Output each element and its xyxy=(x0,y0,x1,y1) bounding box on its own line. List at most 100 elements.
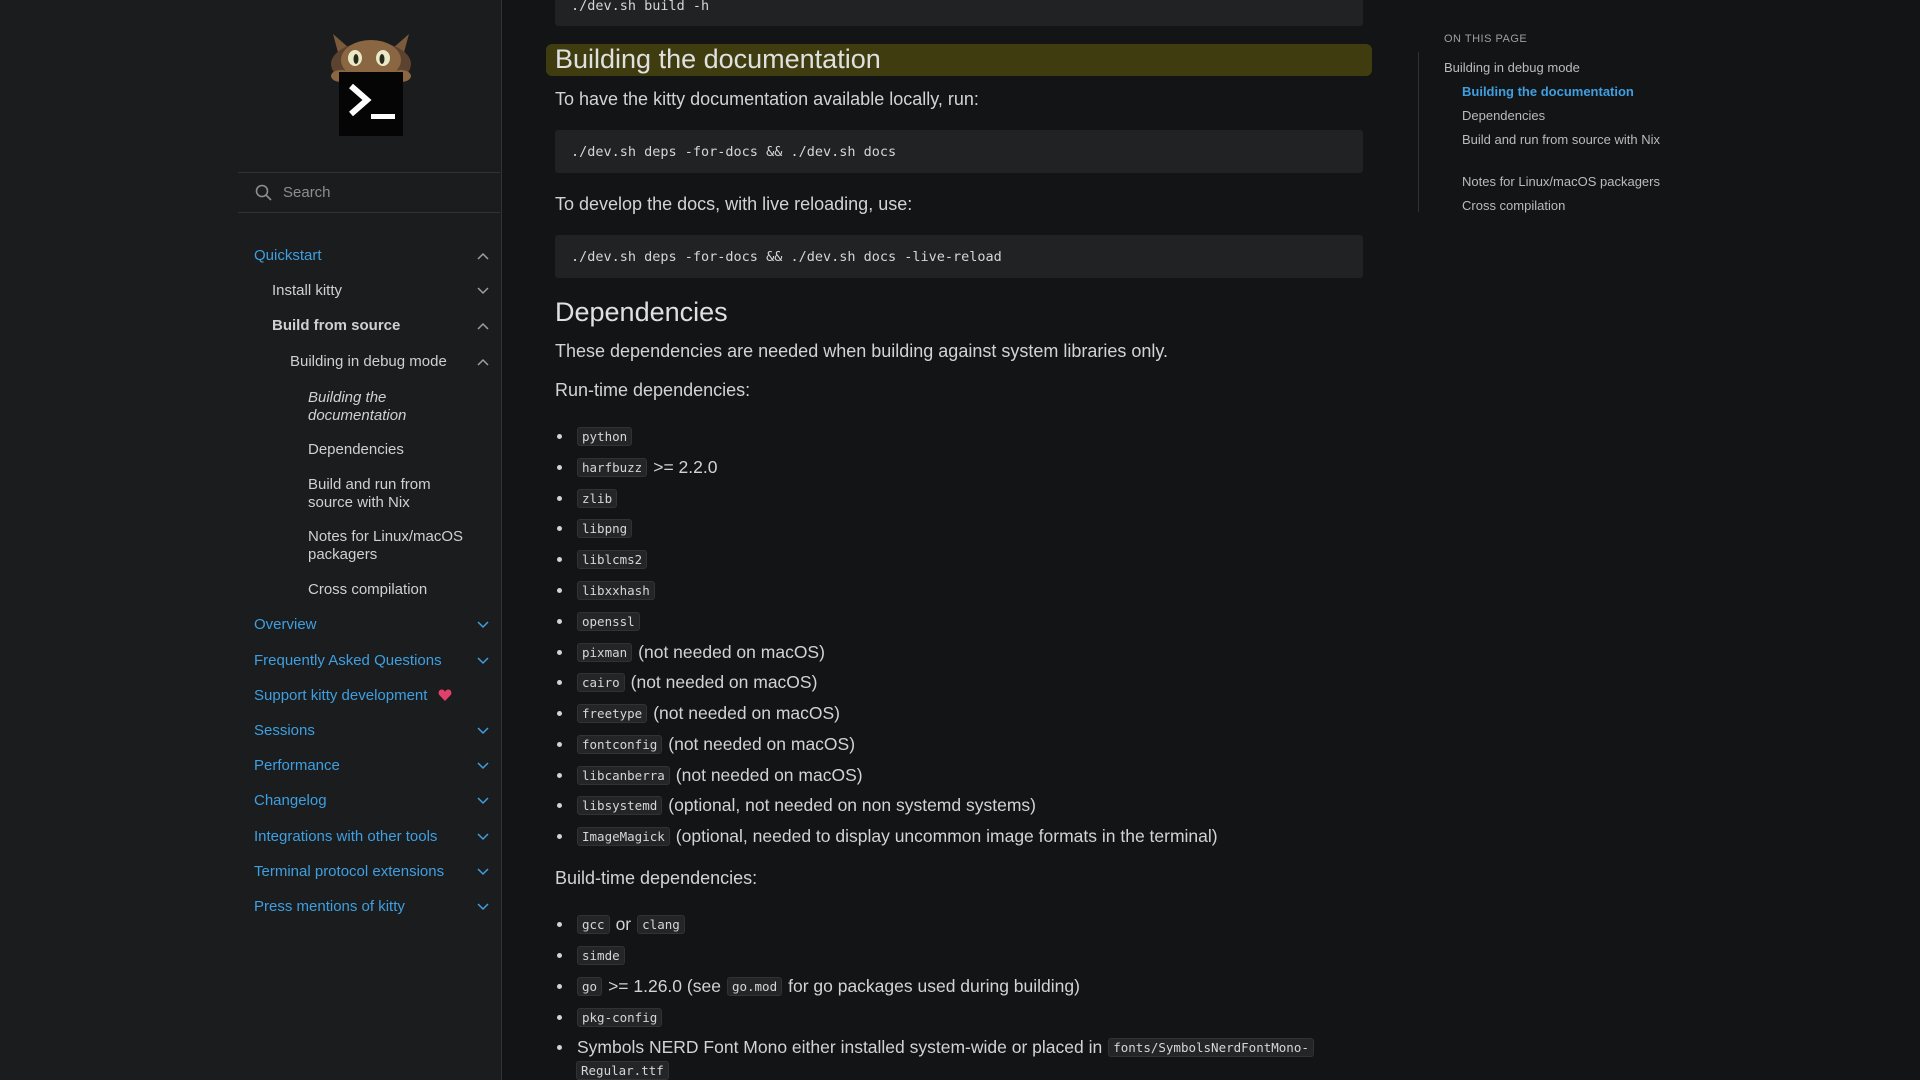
nav-build-from-source[interactable]: Build from source xyxy=(272,317,400,335)
bullet xyxy=(557,983,562,989)
chevron-down-icon[interactable] xyxy=(477,657,489,665)
nav-overview[interactable]: Overview xyxy=(254,616,317,634)
toc-item-building-docs[interactable]: Building the documentation xyxy=(1462,83,1634,100)
chevron-down-icon[interactable] xyxy=(477,762,489,770)
search-input[interactable] xyxy=(281,183,485,202)
bullet xyxy=(557,464,562,470)
code-inline: ImageMagick xyxy=(577,826,670,846)
nav-dependencies[interactable]: Dependencies xyxy=(308,441,404,459)
note: Symbols NERD Font Mono either installed … xyxy=(577,1036,1103,1057)
code-inline: pixman xyxy=(577,642,633,662)
nav-cross-compilation[interactable]: Cross compilation xyxy=(308,581,427,599)
chevron-down-icon[interactable] xyxy=(477,833,489,841)
nav-support-kitty[interactable]: Support kitty development xyxy=(254,687,452,705)
nav-install-kitty[interactable]: Install kitty xyxy=(272,282,342,300)
code-block-docs[interactable]: ./dev.sh deps -for-docs && ./dev.sh docs xyxy=(555,130,1363,173)
chevron-down-icon[interactable] xyxy=(477,621,489,629)
bullet xyxy=(557,952,562,958)
nav-changelog[interactable]: Changelog xyxy=(254,792,327,810)
chevron-down-icon[interactable] xyxy=(477,903,489,911)
toc-item-dependencies[interactable]: Dependencies xyxy=(1462,107,1545,124)
chevron-down-icon[interactable] xyxy=(477,797,489,805)
note: (not needed on macOS) xyxy=(630,671,818,692)
chevron-up-icon[interactable] xyxy=(477,358,489,366)
code-inline: zlib xyxy=(577,488,618,508)
code-text: ./dev.sh deps -for-docs && ./dev.sh docs… xyxy=(571,248,1002,265)
note: (not needed on macOS) xyxy=(668,733,856,754)
nav-press-mentions[interactable]: Press mentions of kitty xyxy=(254,898,405,916)
list-item: zlib xyxy=(555,486,623,510)
search-icon xyxy=(255,184,272,201)
nav-terminal-protocol[interactable]: Terminal protocol extensions xyxy=(254,863,444,881)
nav-notes-packagers[interactable]: Notes for Linux/macOS packagers xyxy=(308,528,478,564)
note: >= 2.2.0 xyxy=(653,456,718,477)
bullet xyxy=(557,802,562,808)
bullet xyxy=(557,772,562,778)
bullet xyxy=(557,741,562,747)
kitty-logo-icon xyxy=(331,34,411,136)
code-inline: clang xyxy=(637,914,685,934)
toc-item-cross-compilation[interactable]: Cross compilation xyxy=(1462,197,1565,214)
nav-building-documentation[interactable]: Building the documentation xyxy=(308,389,468,425)
bullet xyxy=(557,587,562,593)
code-block-live-reload[interactable]: ./dev.sh deps -for-docs && ./dev.sh docs… xyxy=(555,235,1363,278)
toc-item-nix[interactable]: Build and run from source with Nix xyxy=(1462,131,1662,148)
note: or xyxy=(615,913,632,934)
bullet xyxy=(557,525,562,531)
toc-item-packagers[interactable]: Notes for Linux/macOS packagers xyxy=(1462,173,1660,190)
note: (not needed on macOS) xyxy=(653,702,840,723)
code-inline: libcanberra xyxy=(577,765,670,785)
heading-building-documentation: Building the documentation xyxy=(555,44,881,74)
list-item: Symbols NERD Font Mono either installed … xyxy=(555,1035,1314,1059)
note: >= 1.26.0 (see xyxy=(608,975,721,996)
toc-item-debug-mode[interactable]: Building in debug mode xyxy=(1444,59,1580,76)
bullet xyxy=(557,921,562,927)
note: (optional, not needed on non systemd sys… xyxy=(668,794,1036,815)
code-inline: freetype xyxy=(577,703,648,723)
bullet xyxy=(557,1014,562,1020)
runtime-deps-label: Run-time dependencies: xyxy=(555,380,751,400)
code-inline: Regular.ttf xyxy=(576,1061,669,1080)
code-inline: go.mod xyxy=(726,976,783,996)
paragraph-deps-intro: These dependencies are needed when build… xyxy=(555,341,1169,361)
chevron-up-icon[interactable] xyxy=(477,252,489,260)
nav-integrations[interactable]: Integrations with other tools xyxy=(254,828,437,846)
code-inline: python xyxy=(577,426,633,446)
chevron-down-icon[interactable] xyxy=(477,868,489,876)
bullet xyxy=(557,433,562,439)
bullet xyxy=(557,833,562,839)
list-item: libsystemd (optional, not needed on non s… xyxy=(555,793,1036,817)
nav-quickstart[interactable]: Quickstart xyxy=(254,247,322,265)
list-item: freetype (not needed on macOS) xyxy=(555,701,840,725)
toc-divider xyxy=(1418,52,1419,212)
chevron-up-icon[interactable] xyxy=(477,322,489,330)
list-item: pkg-config xyxy=(555,1005,663,1029)
nav-building-debug-mode[interactable]: Building in debug mode xyxy=(290,353,447,371)
code-inline: libsystemd xyxy=(577,795,663,815)
list-item: gcc or clang xyxy=(555,912,685,936)
toc-title: ON THIS PAGE xyxy=(1444,33,1528,45)
nav-support-label: Support kitty development xyxy=(254,687,428,704)
code-inline: go xyxy=(577,976,603,996)
nav-build-run-nix[interactable]: Build and run from source with Nix xyxy=(308,476,458,512)
list-item: pixman (not needed on macOS) xyxy=(555,640,825,664)
chevron-down-icon[interactable] xyxy=(477,287,489,295)
list-item: simde xyxy=(555,943,625,967)
note: (optional, needed to display uncommon im… xyxy=(675,825,1218,846)
code-inline: harfbuzz xyxy=(577,457,648,477)
kitty-logo[interactable] xyxy=(315,26,427,136)
nav-performance[interactable]: Performance xyxy=(254,757,340,775)
code-text: ./dev.sh build -h xyxy=(571,0,710,14)
nav-sessions[interactable]: Sessions xyxy=(254,722,315,740)
code-block-build-help[interactable]: ./dev.sh build -h xyxy=(555,0,1363,26)
list-item: python xyxy=(555,424,638,448)
chevron-down-icon[interactable] xyxy=(477,727,489,735)
note: (not needed on macOS) xyxy=(675,764,863,785)
code-inline: openssl xyxy=(577,611,640,631)
list-item: liblcms2 xyxy=(555,547,653,571)
note: for go packages used during building) xyxy=(788,975,1080,996)
nav-faq[interactable]: Frequently Asked Questions xyxy=(254,652,442,670)
buildtime-deps-label: Build-time dependencies: xyxy=(555,868,758,888)
search-bar[interactable] xyxy=(238,172,500,213)
code-inline: libxxhash xyxy=(577,580,655,600)
